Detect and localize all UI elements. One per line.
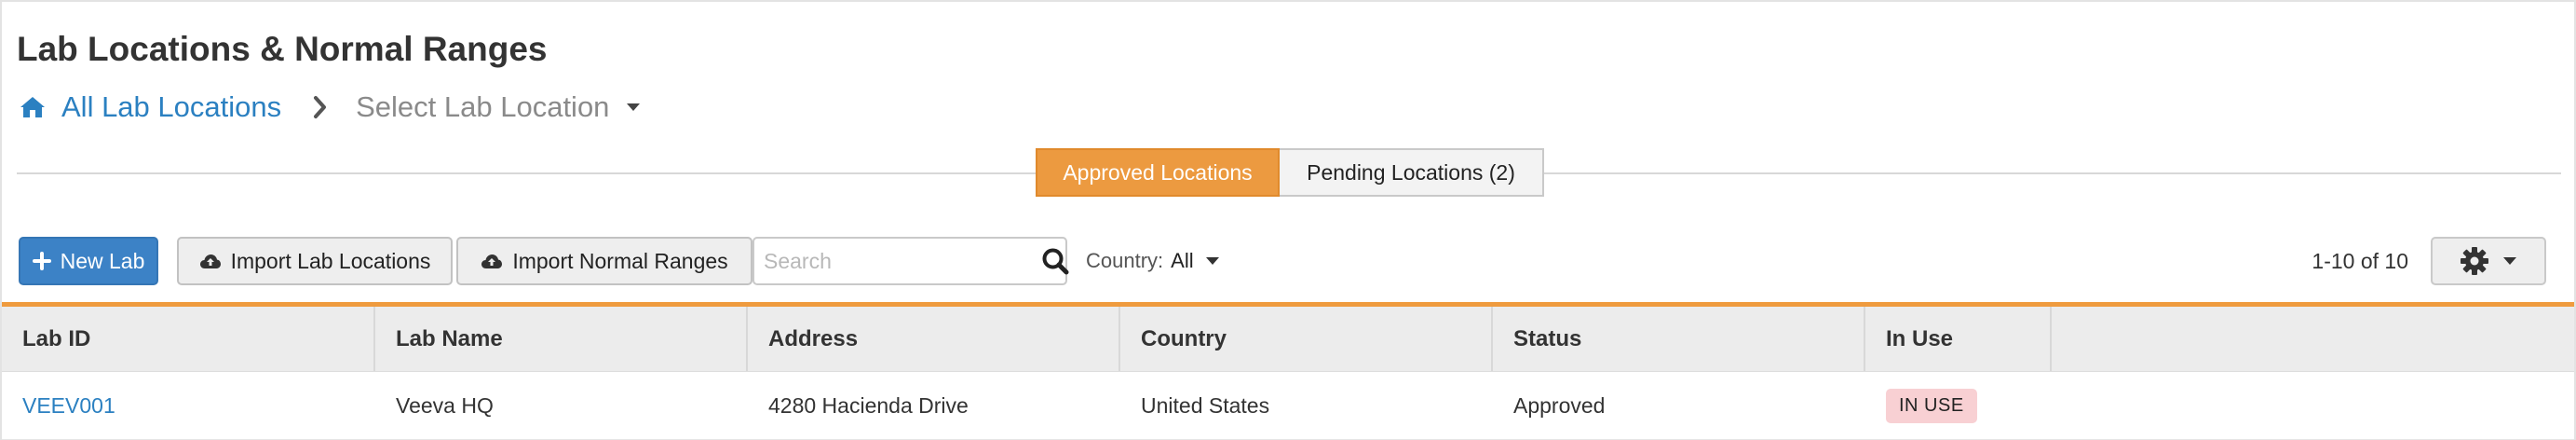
pagination-count: 1-10 of 10 bbox=[2312, 248, 2408, 273]
cloud-upload-icon bbox=[481, 254, 503, 268]
settings-menu-button[interactable] bbox=[2431, 237, 2546, 285]
tab-approved-locations[interactable]: Approved Locations bbox=[1036, 148, 1280, 197]
cloud-upload-icon bbox=[199, 254, 221, 268]
column-header-spacer bbox=[2052, 307, 2574, 371]
import-normal-ranges-button[interactable]: Import Normal Ranges bbox=[456, 237, 752, 285]
breadcrumb-current-label: Select Lab Location bbox=[356, 90, 610, 123]
import-lab-locations-label: Import Lab Locations bbox=[230, 248, 431, 273]
gear-icon bbox=[2461, 247, 2488, 275]
table-header: Lab ID Lab Name Address Country Status I… bbox=[2, 307, 2574, 372]
search-icon[interactable] bbox=[1041, 241, 1069, 282]
table-row: VEEV001 Veeva HQ 4280 Hacienda Drive Uni… bbox=[2, 372, 2574, 440]
cell-status: Approved bbox=[1513, 392, 1606, 418]
cell-country: United States bbox=[1141, 392, 1270, 418]
new-lab-button[interactable]: New Lab bbox=[19, 237, 158, 285]
cell-spacer bbox=[2052, 372, 2574, 439]
column-header-lab-name[interactable]: Lab Name bbox=[375, 307, 748, 371]
page-title: Lab Locations & Normal Ranges bbox=[17, 30, 548, 68]
country-filter-value: All bbox=[1171, 249, 1194, 272]
column-header-status[interactable]: Status bbox=[1493, 307, 1865, 371]
new-lab-label: New Lab bbox=[60, 248, 145, 273]
home-icon bbox=[20, 97, 45, 117]
import-lab-locations-button[interactable]: Import Lab Locations bbox=[177, 237, 453, 285]
column-header-country[interactable]: Country bbox=[1120, 307, 1493, 371]
column-header-in-use[interactable]: In Use bbox=[1865, 307, 2052, 371]
cell-address: 4280 Hacienda Drive bbox=[768, 392, 969, 418]
lab-locations-table: Lab ID Lab Name Address Country Status I… bbox=[2, 302, 2574, 440]
tab-pending-locations[interactable]: Pending Locations (2) bbox=[1280, 148, 1544, 197]
search-box bbox=[752, 237, 1069, 285]
caret-down-icon bbox=[627, 103, 641, 111]
plus-icon bbox=[32, 252, 51, 270]
search-input[interactable] bbox=[762, 241, 1041, 281]
select-lab-location-dropdown[interactable]: Select Lab Location bbox=[356, 90, 641, 124]
chevron-right-icon bbox=[313, 95, 328, 119]
cell-lab-id: VEEV001 bbox=[2, 372, 375, 439]
cell-lab-name: Veeva HQ bbox=[396, 392, 494, 418]
country-filter-dropdown[interactable]: Country: All bbox=[1067, 237, 1220, 285]
column-header-lab-id[interactable]: Lab ID bbox=[2, 307, 375, 371]
country-filter-label: Country: bbox=[1086, 249, 1164, 272]
lab-id-link[interactable]: VEEV001 bbox=[22, 393, 115, 419]
cell-in-use: IN USE bbox=[1865, 372, 2052, 439]
toolbar: New Lab Import Lab Locations Import Norm… bbox=[19, 237, 2546, 285]
lab-locations-page: Lab Locations & Normal Ranges All Lab Lo… bbox=[0, 0, 2576, 440]
breadcrumb: All Lab Locations Select Lab Location bbox=[19, 84, 641, 131]
location-tabs: Approved Locations Pending Locations (2) bbox=[1036, 148, 1544, 197]
in-use-badge: IN USE bbox=[1886, 388, 1977, 423]
breadcrumb-home-label: All Lab Locations bbox=[61, 90, 282, 123]
caret-down-icon bbox=[2503, 257, 2516, 265]
column-header-address[interactable]: Address bbox=[748, 307, 1120, 371]
caret-down-icon bbox=[1205, 257, 1219, 265]
import-normal-ranges-label: Import Normal Ranges bbox=[512, 248, 728, 273]
breadcrumb-all-lab-locations[interactable]: All Lab Locations bbox=[19, 90, 281, 124]
